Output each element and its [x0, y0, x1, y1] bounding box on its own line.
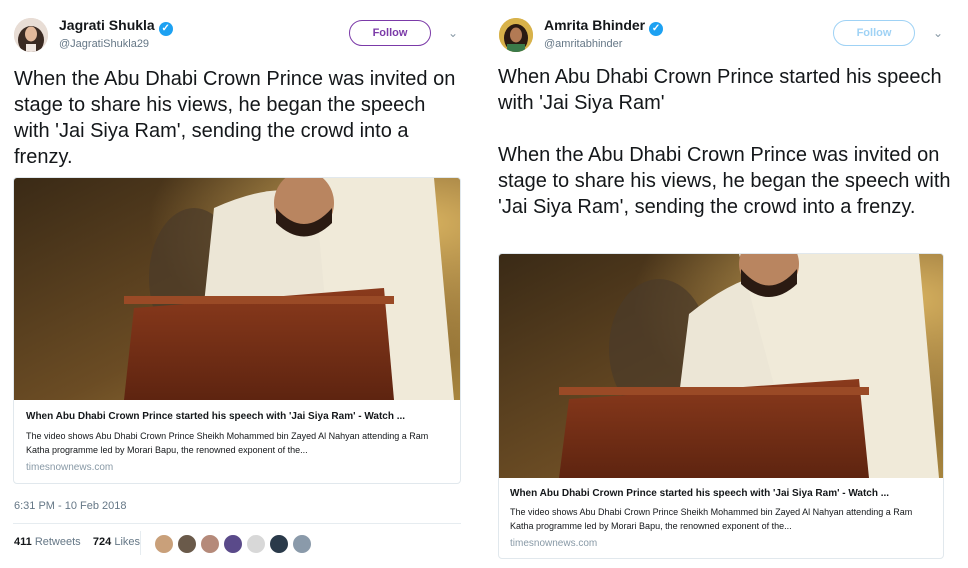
link-card[interactable]: When Abu Dhabi Crown Prince started his … — [13, 177, 461, 484]
verified-badge-icon: ✓ — [649, 22, 664, 36]
liker-avatar[interactable] — [177, 534, 197, 554]
link-card[interactable]: When Abu Dhabi Crown Prince started his … — [498, 253, 944, 559]
chevron-down-icon[interactable]: ⌄ — [448, 26, 458, 40]
card-domain[interactable]: timesnownews.com — [510, 538, 597, 549]
card-image[interactable] — [14, 178, 461, 400]
username[interactable]: @amritabhinder — [544, 38, 622, 50]
likes-count[interactable]: 724 — [93, 536, 111, 548]
card-title[interactable]: When Abu Dhabi Crown Prince started his … — [510, 488, 889, 499]
liker-avatar[interactable] — [269, 534, 289, 554]
retweets-label[interactable]: Retweets — [35, 536, 81, 548]
likes-label[interactable]: Likes — [114, 536, 140, 548]
engagement-stats: 411 Retweets 724 Likes — [14, 536, 140, 548]
liker-avatar[interactable] — [200, 534, 220, 554]
retweets-stat[interactable]: 411 Retweets — [14, 536, 81, 548]
card-title[interactable]: When Abu Dhabi Crown Prince started his … — [26, 411, 405, 422]
liker-avatar[interactable] — [223, 534, 243, 554]
display-name-text[interactable]: Amrita Bhinder — [544, 17, 645, 33]
card-domain[interactable]: timesnownews.com — [26, 462, 113, 473]
follow-button[interactable]: Follow — [833, 20, 915, 46]
tweet-text: When the Abu Dhabi Crown Prince was invi… — [14, 68, 456, 168]
card-description: The video shows Abu Dhabi Crown Prince S… — [26, 431, 429, 455]
divider — [13, 523, 461, 524]
display-name[interactable]: Amrita Bhinder ✓ — [544, 17, 664, 36]
timestamp[interactable]: 6:31 PM - 10 Feb 2018 — [14, 500, 127, 512]
chevron-down-icon[interactable]: ⌄ — [933, 26, 943, 40]
avatar[interactable] — [14, 18, 48, 52]
likes-stat[interactable]: 724 Likes — [93, 536, 140, 548]
verified-badge-icon: ✓ — [158, 22, 173, 36]
follow-button[interactable]: Follow — [349, 20, 431, 46]
liker-avatar[interactable] — [154, 534, 174, 554]
display-name-text[interactable]: Jagrati Shukla — [59, 17, 155, 33]
card-description: The video shows Abu Dhabi Crown Prince S… — [510, 507, 913, 531]
liker-avatar[interactable] — [292, 534, 312, 554]
retweets-count[interactable]: 411 — [14, 536, 32, 548]
username[interactable]: @JagratiShukla29 — [59, 38, 149, 50]
tweet-text: When Abu Dhabi Crown Prince started his … — [498, 66, 951, 218]
divider — [140, 531, 141, 555]
card-image[interactable] — [499, 254, 944, 478]
avatar[interactable] — [499, 18, 533, 52]
display-name[interactable]: Jagrati Shukla ✓ — [59, 17, 173, 36]
liker-avatar[interactable] — [246, 534, 266, 554]
